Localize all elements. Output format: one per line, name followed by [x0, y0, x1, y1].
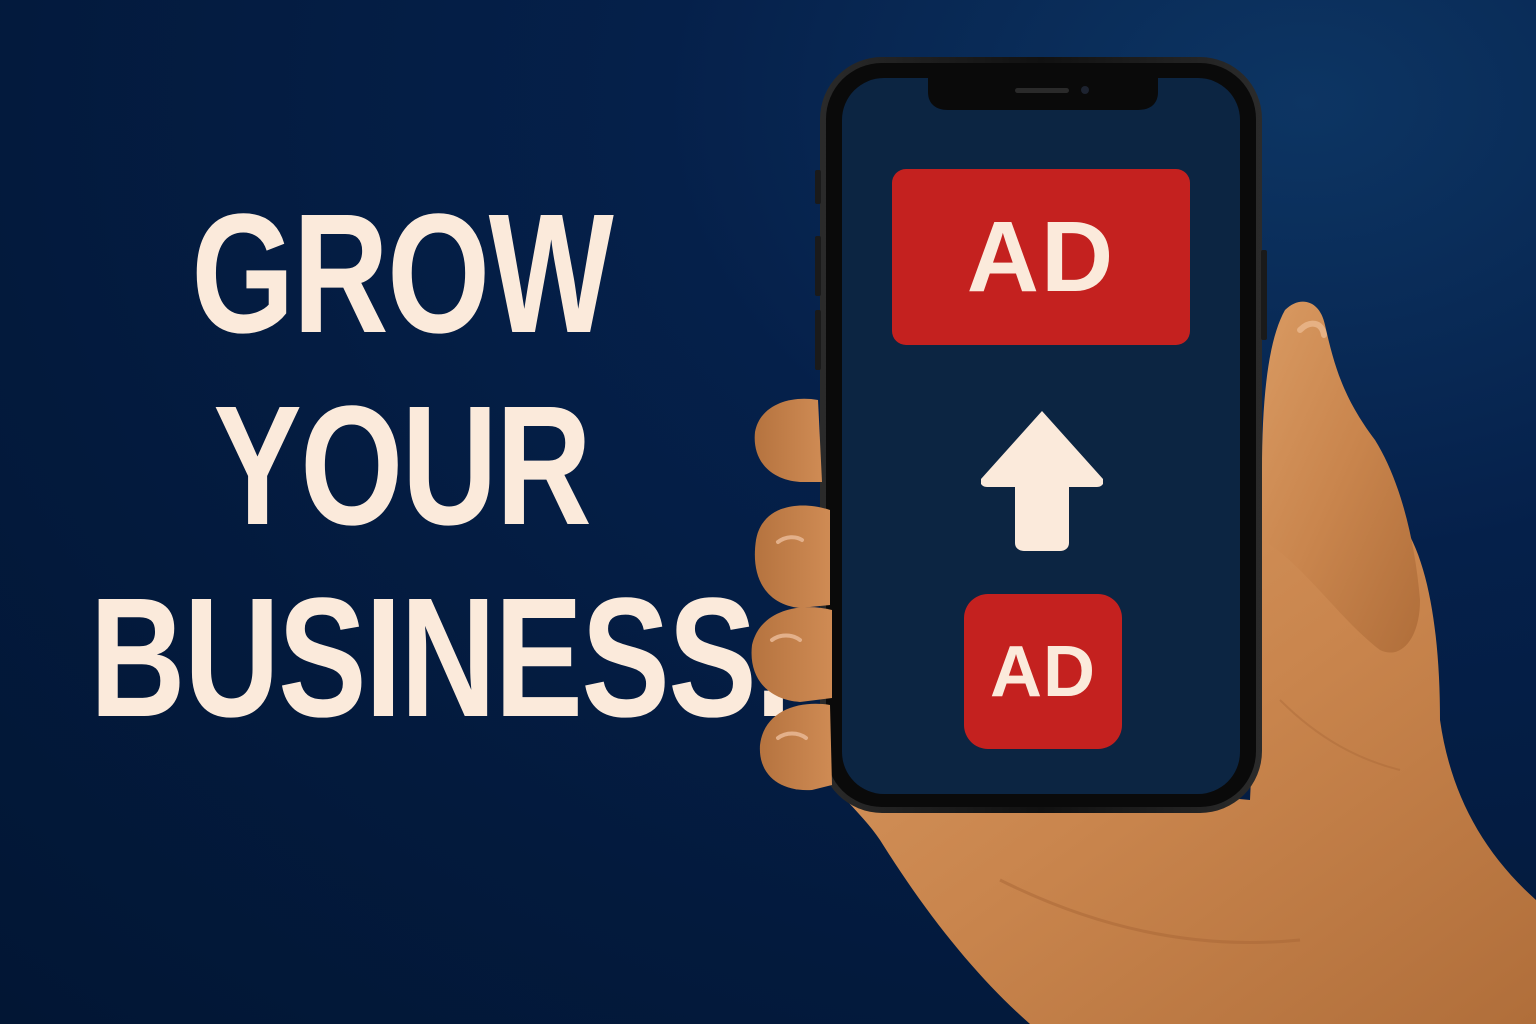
- hand-holding-phone-illustration: [751, 57, 1536, 1024]
- ad-banner-large: AD: [892, 169, 1190, 345]
- ad-badge-small-label: AD: [990, 631, 1096, 712]
- fingers: [751, 398, 832, 791]
- ad-banner-large-label: AD: [966, 201, 1116, 313]
- ad-badge-small: AD: [964, 594, 1122, 749]
- arrow-up-icon: [981, 411, 1103, 551]
- phone-screen-content: AD AD: [842, 80, 1238, 792]
